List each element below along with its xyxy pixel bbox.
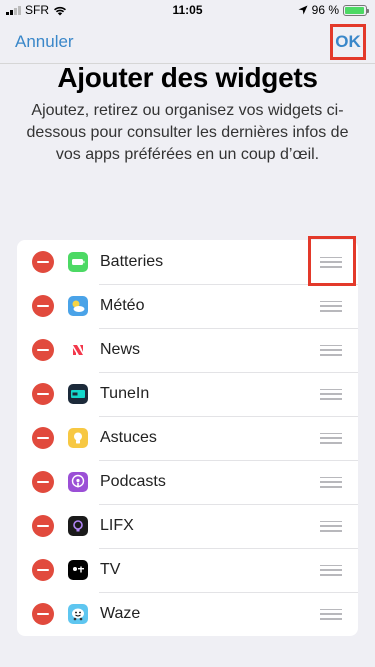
ok-button[interactable]: OK — [330, 24, 366, 60]
widget-label: TuneIn — [100, 385, 150, 402]
remove-widget-button[interactable] — [32, 339, 54, 361]
widget-row: Batteries — [17, 240, 358, 284]
tips-icon — [68, 428, 88, 448]
widget-row: News — [17, 328, 358, 372]
widget-label: TV — [100, 561, 121, 578]
reorder-handle-icon[interactable] — [320, 476, 342, 488]
widget-row: Météo — [17, 284, 358, 328]
battery-level — [345, 6, 365, 14]
tv-icon — [68, 560, 88, 580]
reorder-handle-icon[interactable] — [320, 520, 342, 532]
remove-widget-button[interactable] — [32, 427, 54, 449]
widget-label: Waze — [100, 605, 141, 622]
remove-widget-button[interactable] — [32, 559, 54, 581]
widget-label: Météo — [100, 297, 145, 314]
widget-row: Astuces — [17, 416, 358, 460]
remove-widget-button[interactable] — [32, 251, 54, 273]
tunein-icon — [68, 384, 88, 404]
battery-icon — [343, 4, 369, 16]
reorder-handle-icon[interactable] — [320, 344, 342, 356]
reorder-handle-icon[interactable] — [320, 256, 342, 268]
reorder-handle-icon[interactable] — [320, 608, 342, 620]
remove-widget-button[interactable] — [32, 515, 54, 537]
widget-label: Batteries — [100, 253, 164, 270]
news-icon — [68, 340, 88, 360]
location-arrow-icon — [298, 5, 308, 15]
reorder-handle-icon[interactable] — [320, 564, 342, 576]
widget-label: Podcasts — [100, 473, 166, 490]
batteries-icon — [68, 252, 88, 272]
remove-widget-button[interactable] — [32, 295, 54, 317]
reorder-handle-icon[interactable] — [320, 432, 342, 444]
remove-widget-button[interactable] — [32, 383, 54, 405]
cancel-button[interactable]: Annuler — [15, 32, 74, 52]
weather-icon — [68, 296, 88, 316]
status-bar: SFR 11:05 96 % — [0, 0, 375, 20]
widget-label: News — [100, 341, 141, 358]
widget-list: Batteries Météo News TuneIn Astuces Podcasts L… — [17, 240, 358, 636]
waze-icon — [68, 604, 88, 624]
reorder-handle-icon[interactable] — [320, 388, 342, 400]
podcasts-icon — [68, 472, 88, 492]
battery-percent: 96 % — [311, 3, 339, 17]
page-title: Ajouter des widgets — [57, 62, 318, 93]
widget-row: Podcasts — [17, 460, 358, 504]
status-right: 96 % — [298, 3, 369, 17]
widget-row: Waze — [17, 592, 358, 636]
remove-widget-button[interactable] — [32, 603, 54, 625]
reorder-handle-icon[interactable] — [320, 300, 342, 312]
page-description: Ajoutez, retirez ou organisez vos widget… — [26, 102, 349, 163]
widget-label: Astuces — [100, 429, 157, 446]
widget-row: LIFX — [17, 504, 358, 548]
widget-row: TV — [17, 548, 358, 592]
lifx-icon — [68, 516, 88, 536]
widget-row: TuneIn — [17, 372, 358, 416]
remove-widget-button[interactable] — [32, 471, 54, 493]
widget-label: LIFX — [100, 517, 134, 534]
